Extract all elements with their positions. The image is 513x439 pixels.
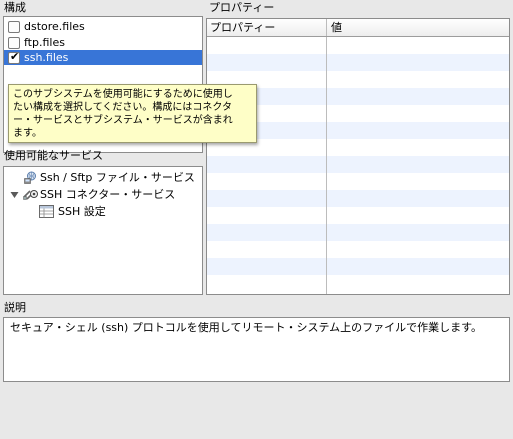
properties-table-icon <box>39 205 54 218</box>
description-box[interactable]: セキュア・シェル (ssh) プロトコルを使用してリモート・システム上のファイル… <box>3 317 510 382</box>
config-item-ssh-files[interactable]: ✔ ssh.files <box>4 50 202 65</box>
header-divider <box>326 19 327 36</box>
description-label: 説明 <box>4 301 26 314</box>
table-row <box>207 54 509 71</box>
table-row <box>207 156 509 173</box>
description-text: セキュア・シェル (ssh) プロトコルを使用してリモート・システム上のファイル… <box>10 321 483 334</box>
tree-item-label: Ssh / Sftp ファイル・サービス <box>40 171 195 184</box>
tree-item-ssh-settings[interactable]: SSH 設定 <box>4 203 202 220</box>
tree-item-label: SSH コネクター・サービス <box>40 188 176 201</box>
table-row <box>207 224 509 241</box>
column-header-property[interactable]: プロパティー <box>210 21 275 34</box>
services-tree[interactable]: Ssh / Sftp ファイル・サービス SSH コネクター・サービス SSH … <box>3 166 203 295</box>
table-row <box>207 258 509 275</box>
config-item-label: dstore.files <box>24 20 85 33</box>
file-service-icon <box>24 171 36 184</box>
tree-item-file-service[interactable]: Ssh / Sftp ファイル・サービス <box>4 169 202 186</box>
config-checkbox-ssh-files[interactable]: ✔ <box>8 50 20 64</box>
config-checkbox-ftp-files[interactable] <box>8 37 20 49</box>
tree-item-connector-service[interactable]: SSH コネクター・サービス <box>4 186 202 203</box>
services-label: 使用可能なサービス <box>4 149 103 162</box>
tree-item-label: SSH 設定 <box>58 205 106 218</box>
column-header-value[interactable]: 値 <box>331 21 342 34</box>
table-header: プロパティー 値 <box>207 19 509 37</box>
checkmark-icon: ✔ <box>10 50 20 63</box>
properties-label: プロパティー <box>209 1 275 14</box>
column-divider <box>326 19 327 294</box>
config-item-label: ftp.files <box>24 36 65 49</box>
table-row <box>207 190 509 207</box>
configurations-label: 構成 <box>4 1 26 14</box>
connector-service-icon <box>23 190 38 200</box>
expand-triangle-icon[interactable] <box>10 188 19 201</box>
config-checkbox-dstore-files[interactable] <box>8 21 20 33</box>
config-item-label: ssh.files <box>24 51 69 64</box>
properties-table[interactable]: プロパティー 値 <box>206 18 510 295</box>
config-item-ftp-files[interactable]: ftp.files <box>4 35 202 50</box>
configuration-tooltip: このサブシステムを使用可能にするために使用し たい構成を選択してください。構成に… <box>8 84 257 143</box>
config-item-dstore-files[interactable]: dstore.files <box>4 19 202 34</box>
